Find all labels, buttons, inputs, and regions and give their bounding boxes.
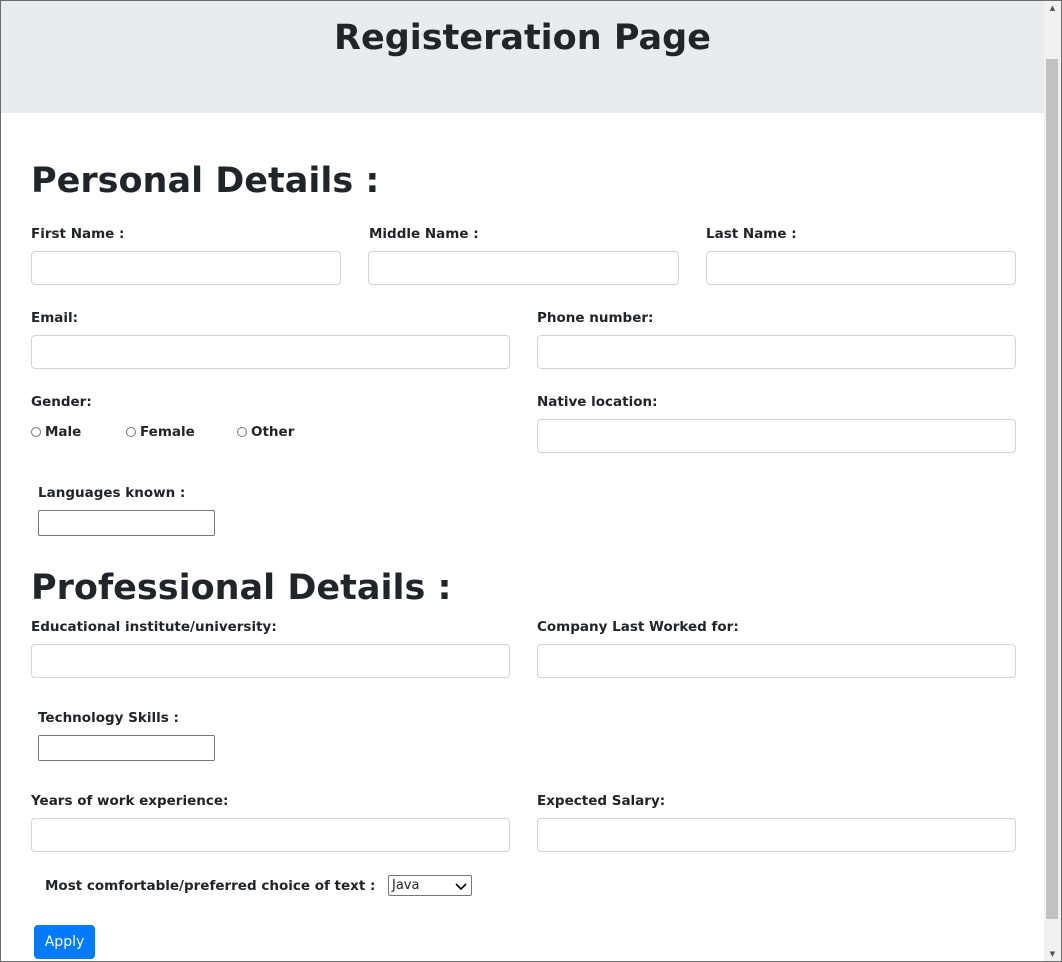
- choice-label: Most comfortable/preferred choice of tex…: [45, 878, 376, 894]
- radio-circle[interactable]: [237, 427, 247, 437]
- page-header: Registeration Page: [1, 1, 1044, 113]
- browser-viewport: Registeration Page Personal Details : Fi…: [0, 0, 1062, 962]
- scroll-down-arrow-icon[interactable]: ▼: [1044, 947, 1061, 961]
- institute-label: Educational institute/university:: [31, 619, 277, 635]
- gender-radio-other[interactable]: Other: [237, 424, 294, 440]
- professional-details-heading: Professional Details :: [31, 568, 452, 608]
- radio-circle[interactable]: [126, 427, 136, 437]
- tech-skills-label: Technology Skills :: [38, 710, 179, 726]
- first-name-input[interactable]: [31, 251, 341, 285]
- scroll-up-arrow-icon[interactable]: ▲: [1044, 1, 1061, 15]
- middle-name-input[interactable]: [368, 251, 679, 285]
- gender-label: Gender:: [31, 394, 92, 410]
- chevron-down-icon: [455, 882, 467, 890]
- native-location-input[interactable]: [537, 419, 1016, 453]
- middle-name-label: Middle Name :: [369, 226, 479, 242]
- experience-label: Years of work experience:: [31, 793, 229, 809]
- radio-label: Female: [140, 424, 195, 440]
- email-label: Email:: [31, 310, 79, 326]
- vertical-scrollbar[interactable]: ▲ ▼: [1044, 1, 1061, 961]
- languages-label: Languages known :: [38, 485, 186, 501]
- choice-select-value: Java: [392, 877, 420, 893]
- radio-label: Male: [45, 424, 82, 440]
- apply-button[interactable]: Apply: [34, 925, 95, 959]
- phone-label: Phone number:: [537, 310, 654, 326]
- phone-input[interactable]: [537, 335, 1016, 369]
- experience-input[interactable]: [31, 818, 510, 852]
- company-input[interactable]: [537, 644, 1016, 678]
- radio-circle[interactable]: [31, 427, 41, 437]
- page-title: Registeration Page: [334, 18, 711, 58]
- native-location-label: Native location:: [537, 394, 658, 410]
- email-input[interactable]: [31, 335, 510, 369]
- last-name-label: Last Name :: [706, 226, 797, 242]
- radio-label: Other: [251, 424, 295, 440]
- choice-select[interactable]: Java: [388, 875, 472, 896]
- institute-input[interactable]: [31, 644, 510, 678]
- scrollbar-thumb[interactable]: [1046, 59, 1058, 919]
- last-name-input[interactable]: [706, 251, 1016, 285]
- salary-label: Expected Salary:: [537, 793, 666, 809]
- gender-radio-male[interactable]: Male: [31, 424, 81, 440]
- personal-details-heading: Personal Details :: [31, 161, 380, 201]
- salary-input[interactable]: [537, 818, 1016, 852]
- languages-input[interactable]: [38, 510, 215, 536]
- first-name-label: First Name :: [31, 226, 125, 242]
- company-label: Company Last Worked for:: [537, 619, 739, 635]
- gender-radio-female[interactable]: Female: [126, 424, 195, 440]
- tech-skills-input[interactable]: [38, 735, 215, 761]
